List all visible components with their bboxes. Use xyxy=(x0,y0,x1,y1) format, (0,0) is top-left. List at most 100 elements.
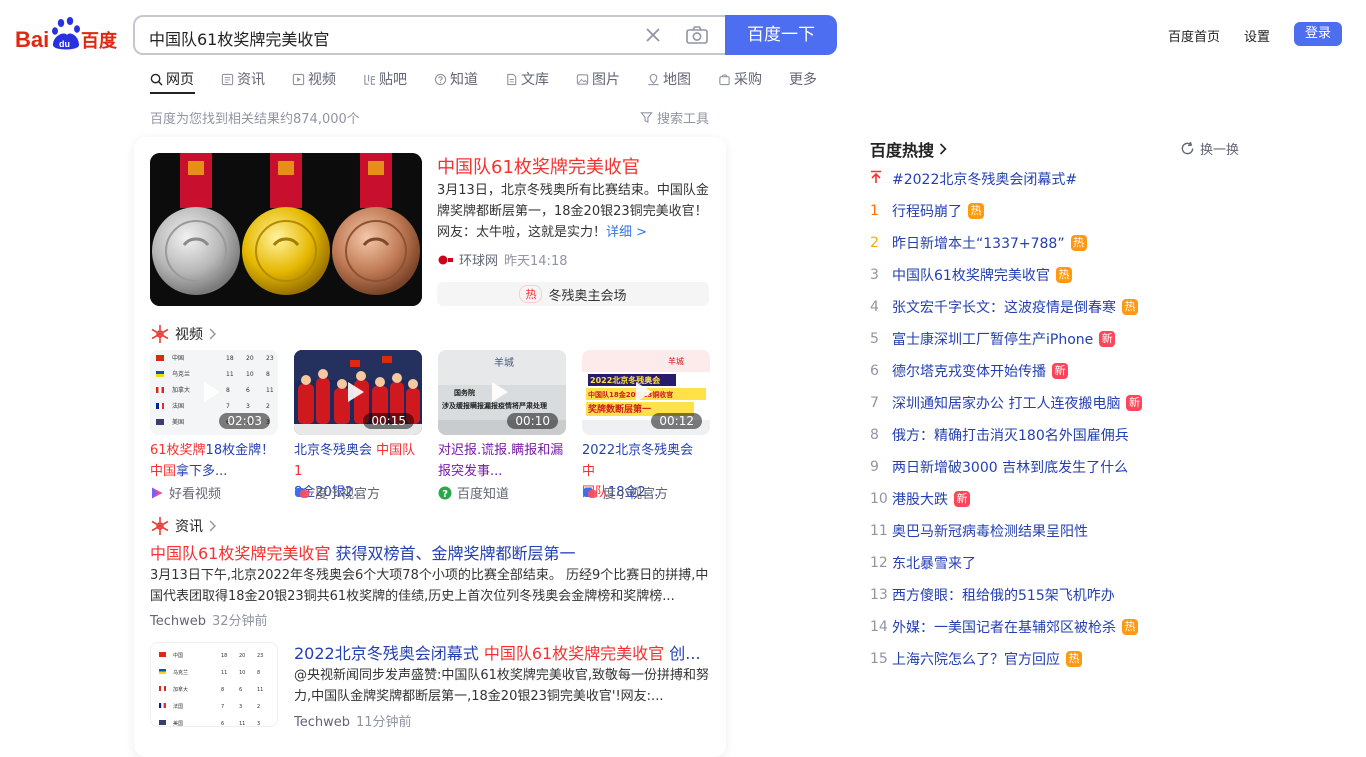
hot-rank: 12 xyxy=(870,555,888,571)
video-title[interactable]: 对迟报.谎报.瞒报和漏报突发事... xyxy=(438,440,566,482)
hot-text[interactable]: 中国队61枚奖牌完美收官 xyxy=(892,265,1050,285)
tab-label: 更多 xyxy=(789,72,817,88)
svg-text:美国: 美国 xyxy=(172,418,184,426)
detail-link[interactable]: 详细 > xyxy=(606,225,647,240)
hot-search-item[interactable]: 12 东北暴雪来了 xyxy=(870,551,976,575)
video-section-header[interactable]: 视频 xyxy=(150,324,216,344)
search-tools-button[interactable]: 搜索工具 xyxy=(640,108,709,127)
hot-search-item[interactable]: 9 两日新增破3000 吉林到底发生了什么 xyxy=(870,455,1128,479)
hot-text[interactable]: 上海六院怎么了？官方回应 xyxy=(892,649,1060,669)
title-text: 创... xyxy=(664,644,701,663)
settings-link[interactable]: 设置 xyxy=(1244,26,1270,45)
document-icon xyxy=(507,73,517,85)
hot-search-item[interactable]: 2 昨日新增本土“1337+788” 热 xyxy=(870,231,1087,255)
hot-search-item[interactable]: 15 上海六院怎么了？官方回应热 xyxy=(870,647,1082,671)
hot-text[interactable]: 西方傻眼：租给俄的515架飞机咋办 xyxy=(892,585,1115,605)
search-button[interactable]: 百度一下 xyxy=(725,15,837,55)
hot-search-item[interactable]: 14 外媒：一美国记者在基辅郊区被枪杀热 xyxy=(870,615,1138,639)
hot-text[interactable]: 张文宏千字长文：这波疫情是倒春寒 xyxy=(892,297,1116,317)
login-button[interactable]: 登录 xyxy=(1294,22,1342,46)
source-name[interactable]: Techweb xyxy=(294,715,350,730)
hot-search-item[interactable]: 13 西方傻眼：租给俄的515架飞机咋办 xyxy=(870,583,1115,607)
source-name: 度小视官方 xyxy=(603,487,669,502)
svg-text:中国: 中国 xyxy=(173,652,183,659)
hot-text[interactable]: 两日新增破3000 吉林到底发生了什么 xyxy=(892,457,1128,477)
home-link[interactable]: 百度首页 xyxy=(1168,26,1220,45)
news-thumbnail[interactable]: 中国 18 20 23 乌克兰 11 10 8 加拿大 8 6 11 法国 7 3 2 美国 6 11 3 xyxy=(150,642,278,727)
hot-search-item[interactable]: 6 德尔塔克戎变体开始传播新 xyxy=(870,359,1068,383)
hot-search-header[interactable]: 百度热搜 xyxy=(870,137,948,161)
hot-text[interactable]: 港股大跌 xyxy=(892,489,948,509)
tab-webpage[interactable]: 网页 xyxy=(150,68,194,90)
svg-text:国务院: 国务院 xyxy=(454,388,475,397)
source-time: 11分钟前 xyxy=(356,715,412,730)
hot-text[interactable]: 昨日新增本土“1337+788” xyxy=(892,233,1065,253)
video-thumbnail[interactable]: 羊城 国务院 涉及缓报瞒报漏报疫情将严肃处理 00:10 xyxy=(438,350,566,435)
hot-search-item[interactable]: 10 港股大跌新 xyxy=(870,487,970,511)
hot-search-item[interactable]: #2022北京冬残奥会闭幕式# xyxy=(870,167,1077,191)
tab-purchase[interactable]: 采购 xyxy=(718,68,762,90)
hot-text[interactable]: 外媒：一美国记者在基辅郊区被枪杀 xyxy=(892,617,1116,637)
hot-text[interactable]: 行程码崩了 xyxy=(892,201,962,221)
video-thumbnail[interactable]: 00:15 xyxy=(294,350,422,435)
hot-search-item[interactable]: 1 行程码崩了热 xyxy=(870,199,984,223)
svg-text:6: 6 xyxy=(239,687,242,693)
hot-text[interactable]: 俄方：精确打击消灭180名外国雇佣兵 xyxy=(892,425,1129,445)
svg-text:11: 11 xyxy=(226,371,234,378)
top-result-title[interactable]: 中国队61枚奖牌完美收官 xyxy=(437,153,640,179)
new-badge: 新 xyxy=(1099,331,1116,347)
tab-label: 知道 xyxy=(450,72,478,88)
tab-images[interactable]: 图片 xyxy=(576,68,620,90)
shop-icon xyxy=(719,73,730,85)
tab-tieba[interactable]: 贴吧 xyxy=(363,68,407,90)
hot-text[interactable]: #2022北京冬残奥会闭幕式# xyxy=(892,169,1077,189)
hot-badge: 热 xyxy=(1070,235,1087,251)
tab-wenku[interactable]: 文库 xyxy=(505,68,549,90)
hot-search-item[interactable]: 11 奥巴马新冠病毒检测结果呈阳性 xyxy=(870,519,1088,543)
tab-zhidao[interactable]: 知道 xyxy=(434,68,478,90)
hot-search-item[interactable]: 7 深圳通知居家办公 打工人连夜搬电脑新 xyxy=(870,391,1143,415)
medals-image[interactable] xyxy=(150,153,422,306)
baidu-logo[interactable]: Bai du 百度 xyxy=(15,17,119,53)
hot-rank: 15 xyxy=(870,651,888,667)
news-section-header[interactable]: 资讯 xyxy=(150,516,216,536)
source-name[interactable]: 环球网 xyxy=(459,250,498,269)
hot-topic-bar[interactable]: 热 冬残奥主会场 xyxy=(437,282,709,306)
refresh-button[interactable]: 换一换 xyxy=(1180,139,1239,158)
clear-icon[interactable] xyxy=(643,25,663,45)
title-text: 2022北京冬残奥会 xyxy=(582,443,694,458)
svg-text:23: 23 xyxy=(266,355,274,362)
video-title[interactable]: 61枚奖牌18枚金牌！ 中国拿下多... xyxy=(150,440,278,482)
hot-text[interactable]: 深圳通知居家办公 打工人连夜搬电脑 xyxy=(892,393,1120,413)
tab-news[interactable]: 资讯 xyxy=(221,68,265,90)
title-highlight: 中国队61枚奖牌完美收官 xyxy=(150,544,331,563)
svg-text:2: 2 xyxy=(266,403,270,410)
news-title[interactable]: 2022北京冬残奥会闭幕式 中国队61枚奖牌完美收官 创... xyxy=(294,640,701,664)
source-name[interactable]: Techweb xyxy=(150,614,206,629)
hot-text[interactable]: 德尔塔克戎变体开始传播 xyxy=(892,361,1046,381)
svg-text:3: 3 xyxy=(257,721,260,727)
tab-map[interactable]: 地图 xyxy=(647,68,691,90)
tab-video[interactable]: 视频 xyxy=(292,68,336,90)
refresh-label: 换一换 xyxy=(1200,143,1240,158)
hot-rank: 3 xyxy=(870,267,879,283)
news-title[interactable]: 中国队61枚奖牌完美收官 获得双榜首、金牌奖牌都断层第一 xyxy=(150,540,575,564)
video-thumbnail[interactable]: 羊城 2022北京冬残奥会 中国队18金20银23铜收官 奖牌数断层第一 00:… xyxy=(582,350,710,435)
hot-rank: 1 xyxy=(870,203,879,219)
video-icon xyxy=(292,73,305,85)
search-box[interactable]: 中国队61枚奖牌完美收官 xyxy=(133,15,727,55)
hot-text[interactable]: 东北暴雪来了 xyxy=(892,553,976,573)
camera-icon[interactable] xyxy=(685,25,709,45)
tab-more[interactable]: 更多 xyxy=(789,68,817,90)
video-thumbnail[interactable]: 中国182023 乌克兰11108 加拿大8611 法国732 美国6113 0… xyxy=(150,350,278,435)
hot-search-item[interactable]: 8 俄方：精确打击消灭180名外国雇佣兵 xyxy=(870,423,1129,447)
play-icon xyxy=(348,382,364,402)
hot-text[interactable]: 奥巴马新冠病毒检测结果呈阳性 xyxy=(892,521,1088,541)
tab-label: 视频 xyxy=(308,72,336,88)
hot-search-item[interactable]: 4 张文宏千字长文：这波疫情是倒春寒热 xyxy=(870,295,1138,319)
hot-search-item[interactable]: 5 富士康深圳工厂暂停生产iPhone 新 xyxy=(870,327,1116,351)
search-input[interactable]: 中国队61枚奖牌完美收官 xyxy=(149,26,329,50)
hot-rank: 4 xyxy=(870,299,879,315)
hot-text[interactable]: 富士康深圳工厂暂停生产iPhone xyxy=(892,329,1093,349)
hot-search-item[interactable]: 3 中国队61枚奖牌完美收官热 xyxy=(870,263,1072,287)
